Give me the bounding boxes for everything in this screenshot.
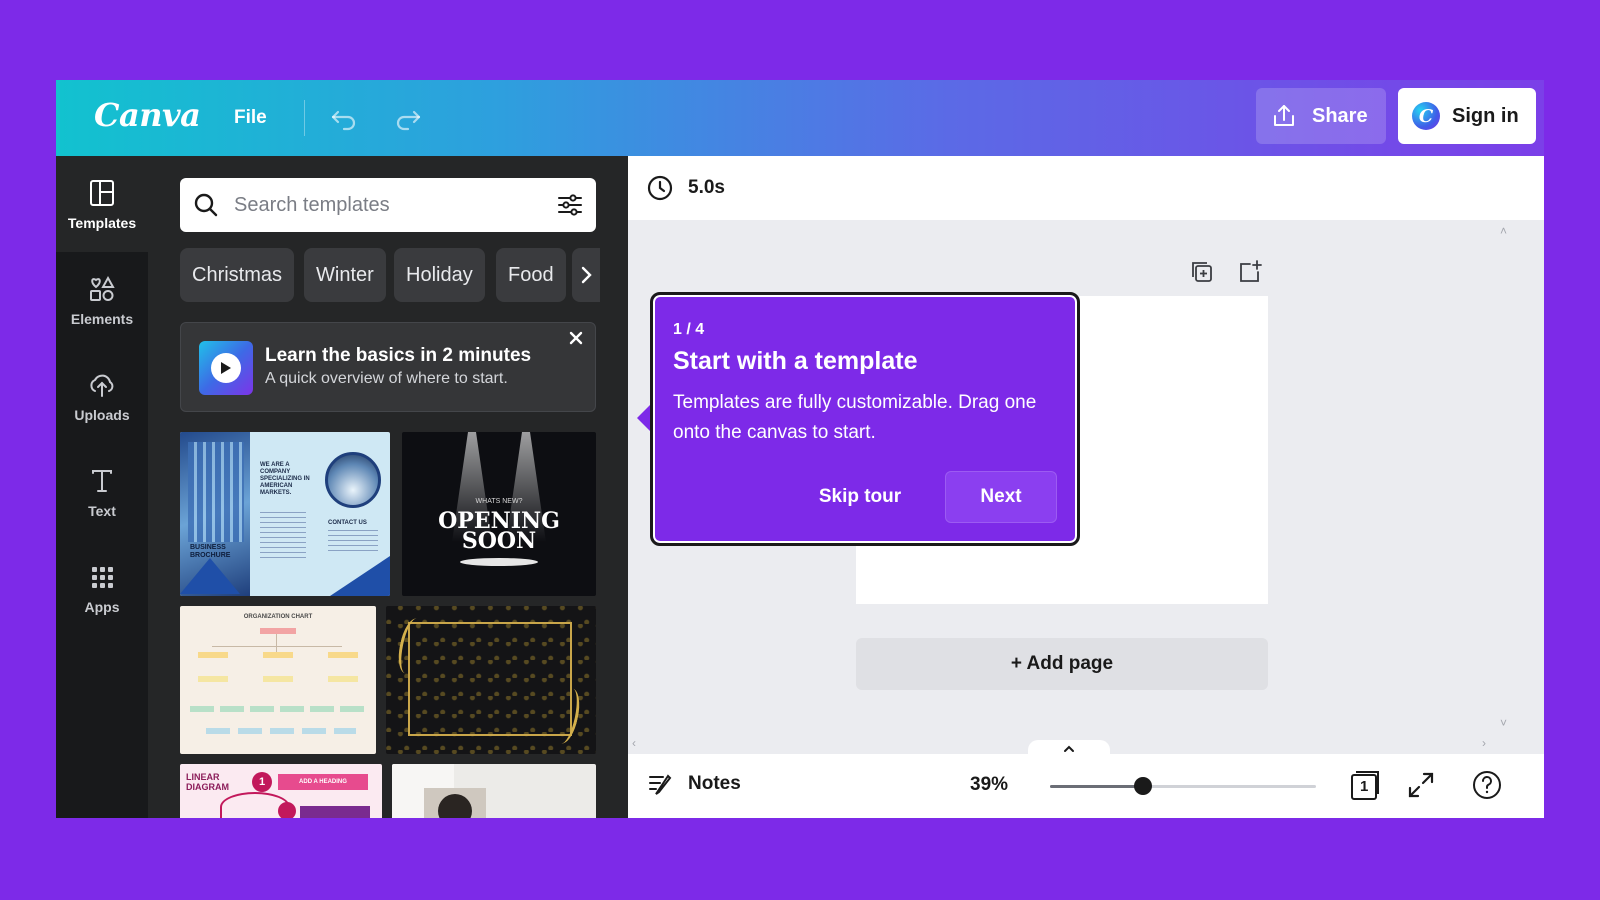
undo-icon[interactable] xyxy=(326,100,362,136)
add-page-button[interactable]: + Add page xyxy=(856,638,1268,690)
editor-footer: Notes 39% 1 xyxy=(628,754,1544,818)
learn-subtitle: A quick overview of where to start. xyxy=(265,370,508,387)
help-icon[interactable] xyxy=(1470,768,1504,802)
rail-item-uploads[interactable]: Uploads xyxy=(56,348,148,444)
share-upload-icon xyxy=(1274,105,1294,126)
file-menu-button[interactable]: File xyxy=(226,102,275,134)
scroll-right-icon[interactable]: › xyxy=(1482,736,1486,750)
rail-item-templates[interactable]: Templates xyxy=(56,156,148,252)
rail-item-apps[interactable]: Apps xyxy=(56,540,148,636)
opening-line-2: SOON xyxy=(461,528,537,554)
rail-label-elements: Elements xyxy=(70,311,134,327)
search-input[interactable]: Search templates xyxy=(180,178,596,232)
linear-step-badge: 1 xyxy=(252,772,272,792)
rail-item-elements[interactable]: Elements xyxy=(56,252,148,348)
template-gold-frame[interactable] xyxy=(386,606,596,754)
tour-title: Start with a template xyxy=(673,347,918,375)
share-label: Share xyxy=(1312,104,1368,127)
share-button[interactable]: Share xyxy=(1256,88,1386,144)
rail-label-templates: Templates xyxy=(67,215,137,231)
side-rail: Templates Elements Uploads Text Apps xyxy=(56,156,148,818)
zoom-slider[interactable] xyxy=(1050,777,1316,795)
add-page-icon[interactable] xyxy=(1236,258,1264,286)
play-video-button[interactable] xyxy=(199,341,253,395)
apps-icon xyxy=(92,567,113,588)
page-duration: 5.0s xyxy=(688,177,725,198)
org-chart-title: ORGANIZATION CHART xyxy=(243,614,313,620)
chevron-right-icon xyxy=(581,266,592,284)
fullscreen-icon[interactable] xyxy=(1406,770,1436,800)
canva-app: Canva File Share C Sign in Templates Ele… xyxy=(56,80,1544,818)
template-organization-chart[interactable]: ORGANIZATION CHART xyxy=(180,606,376,754)
learn-title: Learn the basics in 2 minutes xyxy=(265,345,532,366)
timing-bar[interactable]: 5.0s xyxy=(628,156,1544,220)
scroll-left-icon[interactable]: ‹ xyxy=(632,736,636,750)
uploads-icon xyxy=(90,374,114,397)
skip-tour-button[interactable]: Skip tour xyxy=(799,471,921,523)
canva-logo[interactable]: Canva xyxy=(94,96,201,134)
templates-panel: Search templates Christmas Winter Holida… xyxy=(148,156,628,818)
filter-sliders-icon[interactable] xyxy=(556,191,584,219)
notes-label: Notes xyxy=(688,773,741,794)
text-icon xyxy=(92,470,112,492)
tour-pointer xyxy=(637,404,651,432)
chevron-up-icon xyxy=(1064,745,1074,752)
chips-next-button[interactable] xyxy=(572,248,600,302)
tour-description: Templates are fully customizable. Drag o… xyxy=(673,392,1037,443)
templates-icon xyxy=(90,180,114,206)
opening-small-text: WHATS NEW? xyxy=(475,498,523,505)
rail-item-text[interactable]: Text xyxy=(56,444,148,540)
brochure-title: BUSINESS BROCHURE xyxy=(190,544,231,559)
chip-food[interactable]: Food xyxy=(496,248,566,302)
template-photo-portrait[interactable] xyxy=(392,764,596,818)
elements-icon xyxy=(90,275,115,301)
close-icon[interactable] xyxy=(569,331,583,345)
scroll-down-icon[interactable]: ˅ xyxy=(1500,716,1507,730)
page-count: 1 xyxy=(1360,778,1369,795)
next-button[interactable]: Next xyxy=(945,471,1057,523)
rail-label-apps: Apps xyxy=(84,599,120,615)
rail-label-text: Text xyxy=(88,503,116,519)
redo-icon[interactable] xyxy=(390,100,426,136)
rail-label-uploads: Uploads xyxy=(74,407,130,423)
search-placeholder: Search templates xyxy=(234,193,390,216)
top-bar: Canva File Share C Sign in xyxy=(56,80,1544,156)
template-business-brochure[interactable]: BUSINESS BROCHURE WE ARE A COMPANY SPECI… xyxy=(180,432,390,596)
linear-heading-label: ADD A HEADING xyxy=(278,774,368,790)
sign-in-label: Sign in xyxy=(1452,104,1519,127)
chip-christmas[interactable]: Christmas xyxy=(180,248,295,302)
sign-in-button[interactable]: C Sign in xyxy=(1398,88,1536,144)
toolbar-divider xyxy=(304,100,305,136)
tour-step: 1 / 4 xyxy=(673,321,705,338)
chip-holiday[interactable]: Holiday xyxy=(394,248,485,302)
notes-button[interactable]: Notes xyxy=(646,770,741,798)
clock-icon xyxy=(647,175,673,201)
chip-winter[interactable]: Winter xyxy=(304,248,386,302)
page-count-button[interactable]: 1 xyxy=(1348,768,1382,802)
scroll-up-icon[interactable]: ˄ xyxy=(1500,224,1507,238)
zoom-slider-knob[interactable] xyxy=(1134,777,1153,795)
canva-c-icon: C xyxy=(1412,102,1440,130)
search-icon xyxy=(194,193,218,217)
brochure-heading: WE ARE A COMPANY SPECIALIZING IN AMERICA… xyxy=(260,462,310,496)
play-icon xyxy=(221,362,231,374)
template-opening-soon[interactable]: WHATS NEW? OPENING SOON xyxy=(402,432,596,596)
learn-basics-card[interactable]: Learn the basics in 2 minutes A quick ov… xyxy=(180,322,596,412)
zoom-level[interactable]: 39% xyxy=(970,774,1008,796)
tour-popover: 1 / 4 Start with a template Templates ar… xyxy=(650,292,1080,546)
zoom-slider-fill xyxy=(1050,785,1144,788)
brochure-contact: CONTACT US xyxy=(328,520,367,526)
linear-diagram-title: LINEAR DIAGRAM xyxy=(186,772,229,792)
template-linear-diagram[interactable]: LINEAR DIAGRAM 1 ADD A HEADING xyxy=(180,764,382,818)
duplicate-page-icon[interactable] xyxy=(1188,258,1216,286)
notes-icon xyxy=(649,774,672,795)
